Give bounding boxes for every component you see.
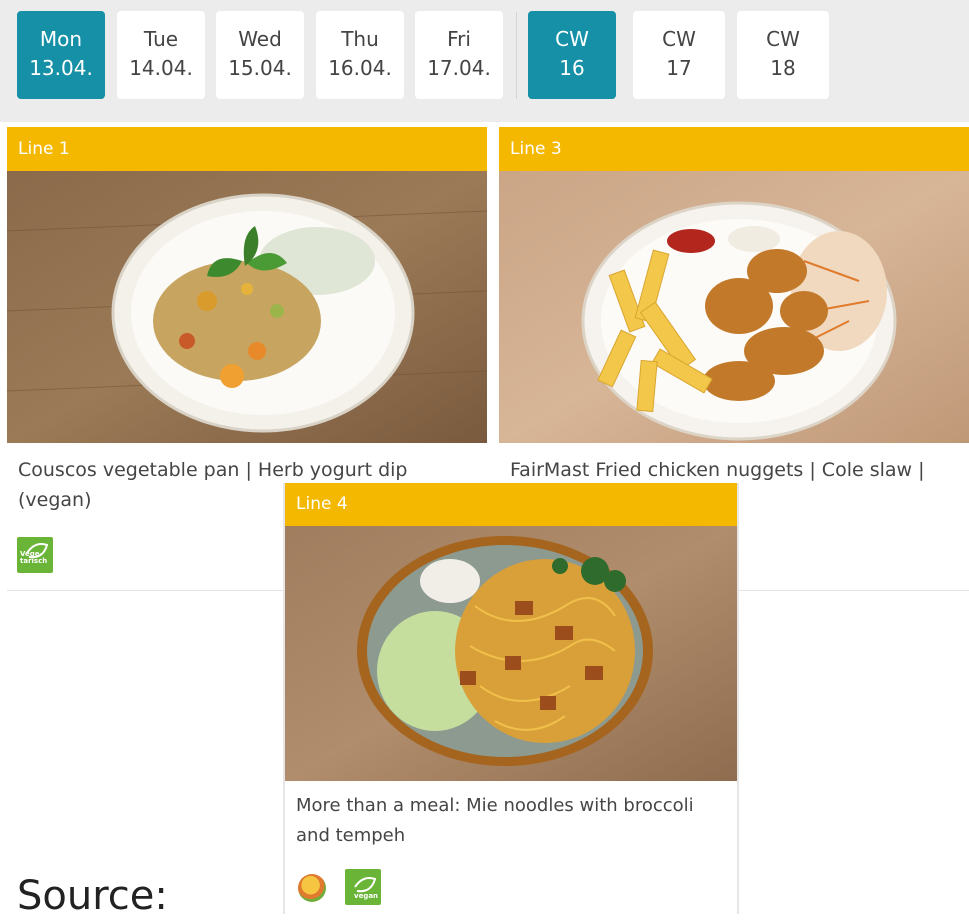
tab-week-label: CW xyxy=(662,27,696,51)
tab-date: 16.04. xyxy=(328,56,392,80)
tab-date: 13.04. xyxy=(29,56,93,80)
meal-photo xyxy=(285,526,737,781)
tab-mon[interactable]: Mon 13.04. xyxy=(17,11,105,99)
tab-day: Thu xyxy=(341,27,379,51)
meal-title: FairMast Fried chicken nuggets | Cole sl… xyxy=(510,459,925,481)
tab-week-number: 17 xyxy=(666,56,692,80)
vegetarian-badge-icon: Vege-tarisch xyxy=(17,537,53,573)
meal-title: More than a meal: Mie noodles with brocc… xyxy=(296,795,694,846)
tab-fri[interactable]: Fri 17.04. xyxy=(415,11,503,99)
badge-text: vegan xyxy=(354,892,379,900)
tab-tue[interactable]: Tue 14.04. xyxy=(117,11,205,99)
source-caption: Source: xyxy=(17,873,168,919)
tab-wed[interactable]: Wed 15.04. xyxy=(216,11,304,99)
tab-week-number: 16 xyxy=(559,56,585,80)
tab-date: 15.04. xyxy=(228,56,292,80)
tab-week-label: CW xyxy=(555,27,589,51)
line-header: Line 4 xyxy=(285,483,737,526)
badge-text: Vege-tarisch xyxy=(20,550,48,565)
tab-divider xyxy=(516,12,517,99)
tab-date: 17.04. xyxy=(427,56,491,80)
date-navigation: Mon 13.04. Tue 14.04. Wed 15.04. Thu 16.… xyxy=(0,0,969,122)
tab-day: Fri xyxy=(447,27,471,51)
line-header: Line 3 xyxy=(499,127,969,171)
tab-cw-17[interactable]: CW 17 xyxy=(633,11,725,99)
line-header: Line 1 xyxy=(7,127,487,171)
tab-day: Mon xyxy=(39,27,83,51)
tab-week-label: CW xyxy=(766,27,800,51)
tab-day: Wed xyxy=(238,27,282,51)
vegan-badge-icon: vegan xyxy=(345,869,381,905)
tab-date: 14.04. xyxy=(129,56,193,80)
tab-cw-16[interactable]: CW 16 xyxy=(528,11,616,99)
tab-day: Tue xyxy=(143,27,179,51)
meal-photo xyxy=(7,171,487,443)
tab-cw-18[interactable]: CW 18 xyxy=(737,11,829,99)
tab-thu[interactable]: Thu 16.04. xyxy=(316,11,404,99)
more-than-a-meal-icon xyxy=(298,874,326,902)
tab-week-number: 18 xyxy=(770,56,796,80)
meal-card-line-4[interactable]: Line 4 More than a meal: Mie noodles wit… xyxy=(285,483,737,914)
meal-photo xyxy=(499,171,969,443)
